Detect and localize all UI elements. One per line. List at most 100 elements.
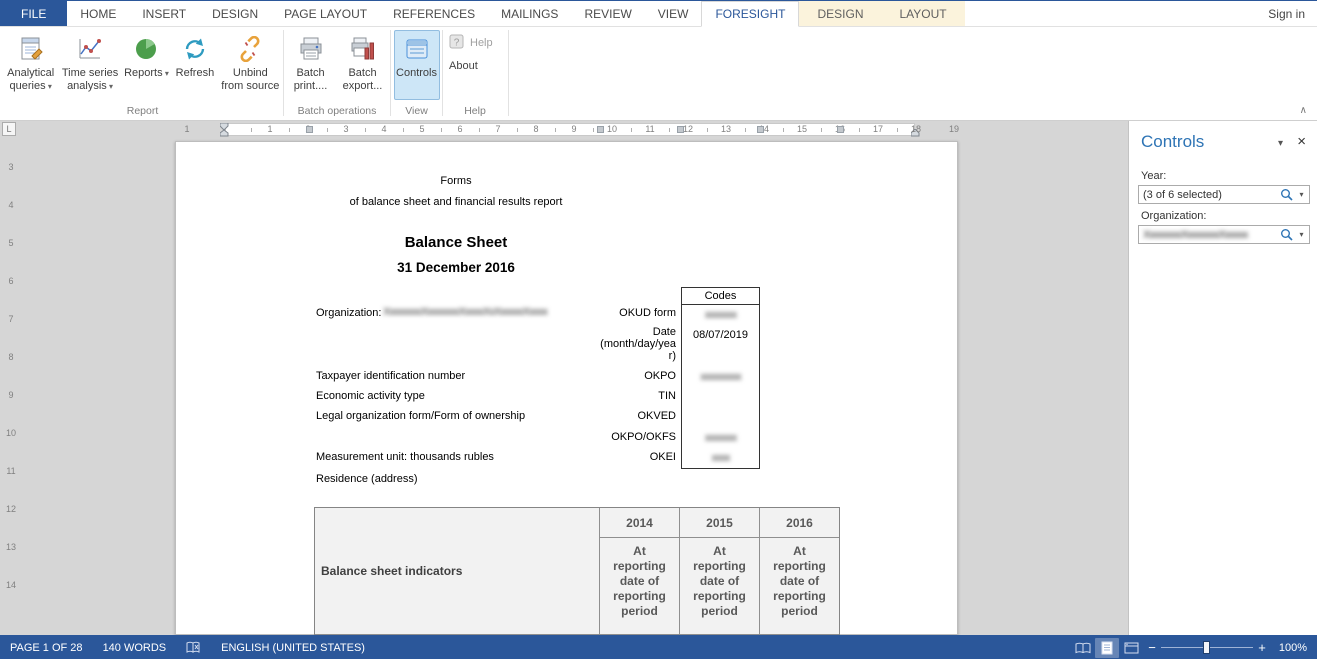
word-count-indicator[interactable]: 140 WORDS <box>93 642 177 654</box>
okpo-okfs-label: OKPO/OKFS <box>556 431 676 443</box>
ruler-number: 18 <box>910 124 922 134</box>
ruler-number: 4 <box>378 124 390 134</box>
time-series-analysis-label: Time series analysis <box>60 67 119 93</box>
read-mode-view-icon[interactable] <box>1071 638 1095 658</box>
year-combobox-value: (3 of 6 selected) <box>1143 189 1278 201</box>
codes-column-header: Codes <box>681 287 760 305</box>
analytical-queries-icon <box>18 34 44 64</box>
batch-print-button[interactable]: Batch print.... <box>286 30 335 100</box>
unbind-from-source-label: Unbind from source <box>221 67 280 93</box>
page-number-indicator[interactable]: PAGE 1 OF 28 <box>0 642 93 654</box>
ruler-tick <box>745 128 746 132</box>
pane-options-chevron-icon[interactable] <box>1278 138 1283 149</box>
reports-button[interactable]: Reports <box>123 30 170 100</box>
refresh-icon <box>182 34 208 64</box>
analytical-queries-label: Analytical queries <box>5 67 56 93</box>
report-group-label: Report <box>2 105 283 117</box>
tab-foresight[interactable]: FORESIGHT <box>701 1 799 27</box>
zoom-percentage[interactable]: 100% <box>1271 642 1317 654</box>
year-label: Year: <box>1141 170 1166 182</box>
ruler-tick <box>821 128 822 132</box>
zoom-in-button[interactable]: + <box>1253 640 1271 655</box>
ruler-tick <box>289 128 290 132</box>
analytical-queries-button[interactable]: Analytical queries <box>4 30 57 100</box>
table-column-marker[interactable] <box>677 126 684 133</box>
tab-references[interactable]: REFERENCES <box>380 1 488 26</box>
language-indicator[interactable]: ENGLISH (UNITED STATES) <box>211 642 375 654</box>
tab-stop-selector[interactable]: L <box>2 122 16 136</box>
time-series-analysis-button[interactable]: Time series analysis <box>59 30 120 100</box>
unbind-from-source-button[interactable]: Unbind from source <box>220 30 281 100</box>
refresh-button[interactable]: Refresh <box>172 30 218 100</box>
subheader-cell: At reporting date of reporting period <box>680 538 760 634</box>
tab-file[interactable]: FILE <box>0 1 67 26</box>
residence-label: Residence (address) <box>316 473 418 485</box>
refresh-label: Refresh <box>176 67 215 80</box>
sign-in-button[interactable]: Sign in <box>1256 1 1317 26</box>
batch-export-icon <box>350 34 376 64</box>
tab-table-design[interactable]: DESIGN <box>799 1 881 26</box>
batch-export-label: Batch export... <box>338 67 387 93</box>
help-button[interactable]: ? Help <box>449 34 503 52</box>
subheader-cell: At reporting date of reporting period <box>760 538 839 634</box>
tab-mailings[interactable]: MAILINGS <box>488 1 571 26</box>
organization-combobox[interactable]: XxxxxxxxXxxxxxxxXxxxxx <box>1138 225 1310 244</box>
tab-home[interactable]: HOME <box>67 1 129 26</box>
about-button[interactable]: About <box>449 57 503 75</box>
year-combobox[interactable]: (3 of 6 selected) <box>1138 185 1310 204</box>
okfs-code-redacted: xxxxxxx <box>681 432 760 444</box>
batch-print-icon <box>298 34 324 64</box>
ruler-number: 14 <box>5 580 17 590</box>
year-header-cell: 2016 <box>760 508 839 537</box>
table-column-marker[interactable] <box>757 126 764 133</box>
ruler-tick <box>251 128 252 132</box>
ruler-number: 13 <box>720 124 732 134</box>
okei-code-redacted: xxxx <box>681 452 760 464</box>
ruler-tick <box>479 128 480 132</box>
zoom-slider[interactable] <box>1161 635 1253 659</box>
form-heading: Forms <box>176 175 736 187</box>
year-header-cell: 2015 <box>680 508 760 537</box>
search-icon[interactable] <box>1278 228 1294 241</box>
help-icon: ? <box>449 34 465 53</box>
tab-insert[interactable]: INSERT <box>129 1 199 26</box>
ruler-number: 8 <box>5 352 17 362</box>
reports-pie-icon <box>133 34 159 64</box>
ruler-number: 19 <box>948 124 960 134</box>
okud-form-label: OKUD form <box>556 307 676 319</box>
search-icon[interactable] <box>1278 188 1294 201</box>
collapse-ribbon-icon[interactable] <box>1300 105 1307 116</box>
year-header-row: 201420152016 <box>600 508 839 538</box>
table-column-marker[interactable] <box>837 126 844 133</box>
chevron-down-icon[interactable] <box>1294 186 1309 203</box>
zoom-out-button[interactable]: − <box>1143 640 1161 655</box>
tab-view[interactable]: VIEW <box>645 1 702 26</box>
pane-close-icon[interactable] <box>1297 133 1306 150</box>
batch-print-label: Batch print.... <box>287 67 334 93</box>
controls-task-pane: Controls Year: (3 of 6 selected) Organiz… <box>1128 121 1317 635</box>
table-column-marker[interactable] <box>306 126 313 133</box>
tab-table-layout[interactable]: LAYOUT <box>882 1 965 26</box>
tab-page-layout[interactable]: PAGE LAYOUT <box>271 1 380 26</box>
proofing-errors-icon[interactable] <box>176 641 211 654</box>
ruler-number: 5 <box>5 238 17 248</box>
ribbon-group-help: ? Help About Help <box>443 27 507 120</box>
web-layout-view-icon[interactable] <box>1119 638 1143 658</box>
tab-design[interactable]: DESIGN <box>199 1 271 26</box>
organization-pane-label: Organization: <box>1141 210 1206 222</box>
okpo-label: OKPO <box>556 370 676 382</box>
table-column-marker[interactable] <box>597 126 604 133</box>
chevron-down-icon[interactable] <box>1294 226 1309 243</box>
controls-toggle-button[interactable]: Controls <box>394 30 440 100</box>
print-layout-view-icon[interactable] <box>1095 638 1119 658</box>
tab-review[interactable]: REVIEW <box>571 1 644 26</box>
indent-markers[interactable] <box>220 123 229 137</box>
ruler-tick <box>441 128 442 132</box>
zoom-slider-thumb[interactable] <box>1203 641 1210 654</box>
ruler-number: 5 <box>416 124 428 134</box>
batch-export-button[interactable]: Batch export... <box>337 30 388 100</box>
document-page[interactable]: Forms of balance sheet and financial res… <box>175 141 958 635</box>
ruler-tick <box>631 128 632 132</box>
ribbon: Analytical queries Time series ana <box>0 27 1317 121</box>
ruler-number: 13 <box>5 542 17 552</box>
